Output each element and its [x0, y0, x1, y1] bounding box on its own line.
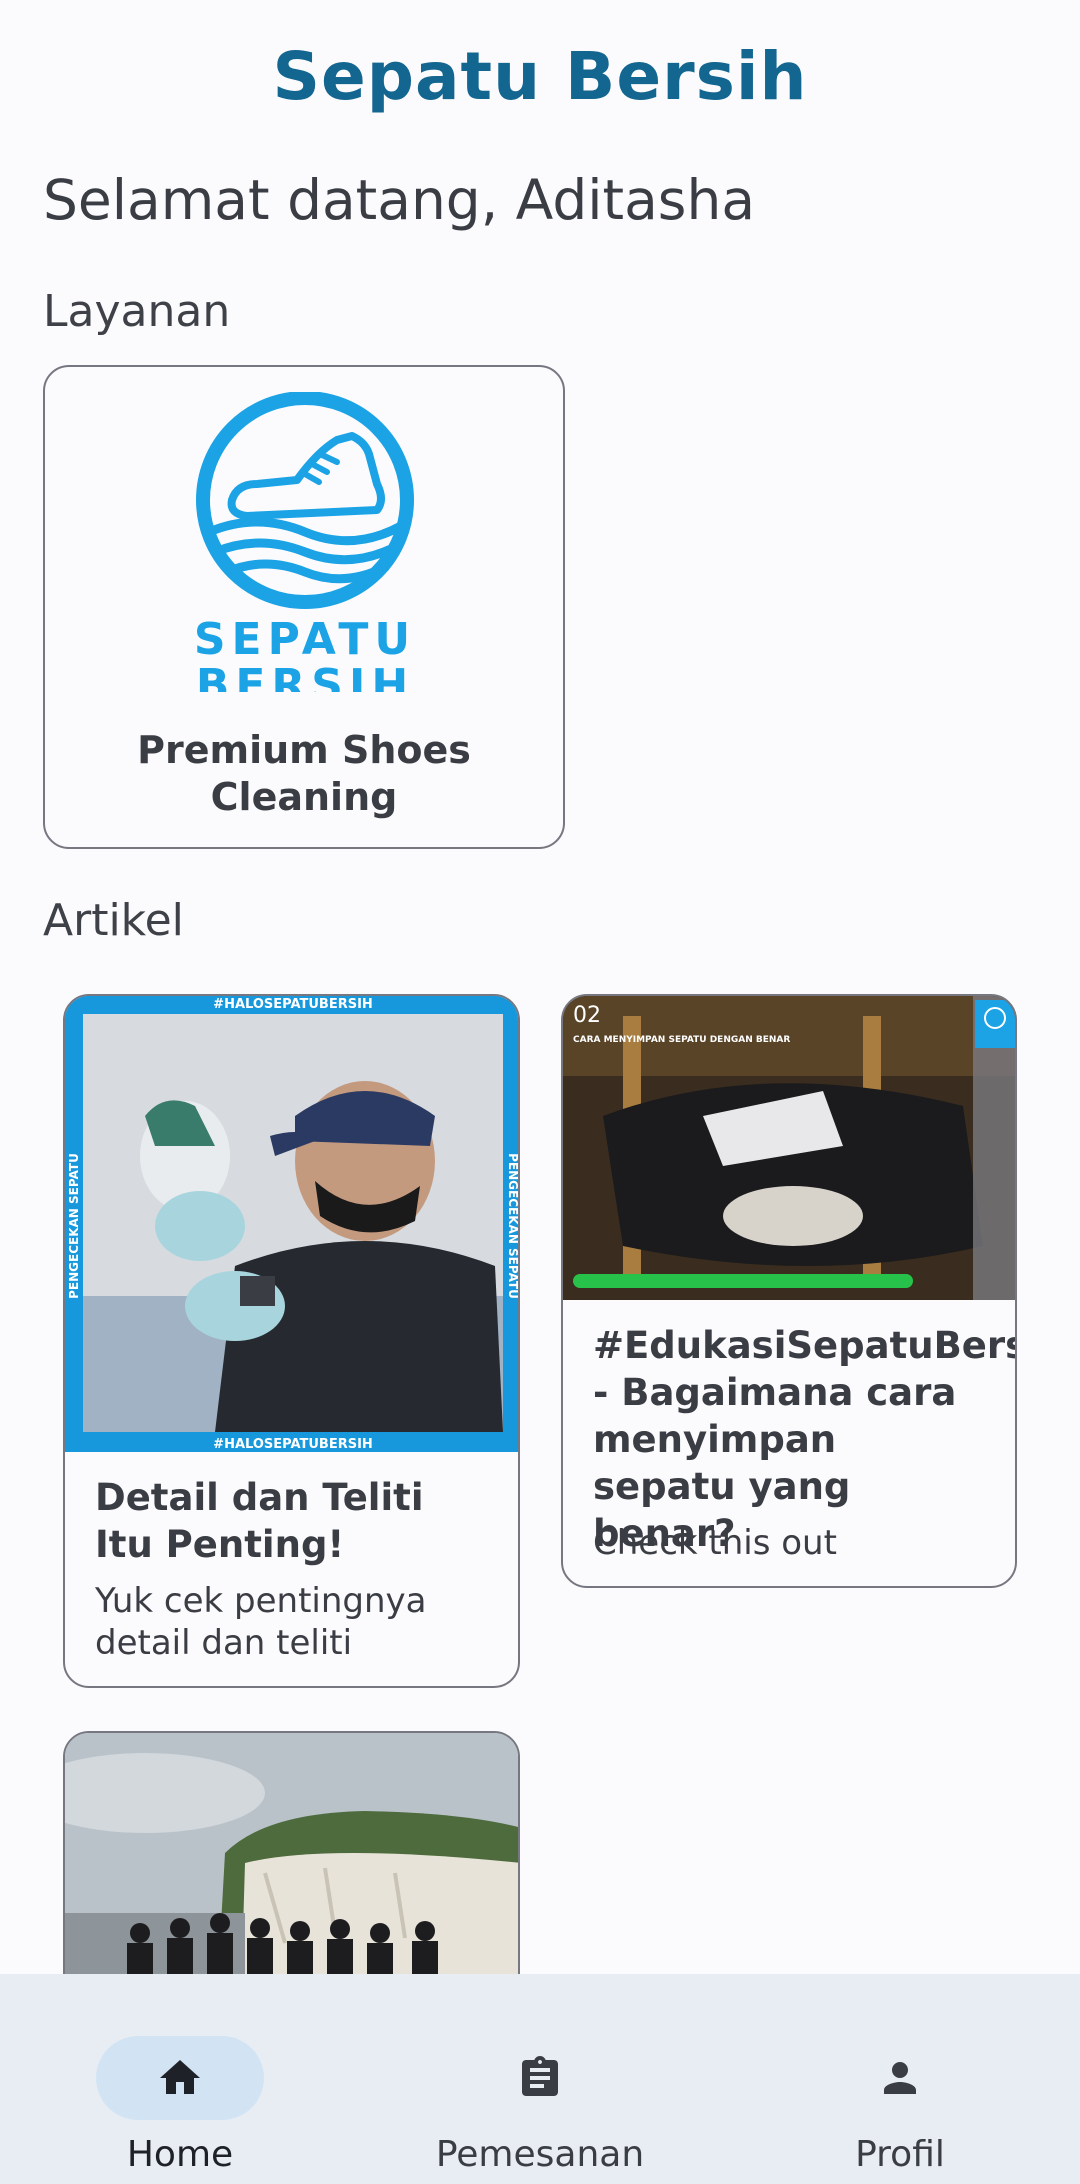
image-banner-top: #HALOSEPATUBERSIH [213, 997, 373, 1012]
article-subtitle: Yuk cek pentingnya detail dan teliti [95, 1581, 427, 1663]
person-icon [884, 2062, 916, 2094]
article-card[interactable]: 02 CARA MENYIMPAN SEPATU DENGAN BENAR #E… [561, 994, 1017, 1588]
app-screen: Sepatu Bersih Selamat datang, Aditasha L… [0, 0, 1080, 2184]
nav-label-profil: Profil [855, 2134, 945, 2175]
image-side-text-right: PENGECEKAN SEPATU [506, 1153, 518, 1299]
nav-label-home: Home [126, 2134, 234, 2175]
article-card[interactable]: #HALOSEPATUBERSIH #HALOSEPATUBERSIH PENG… [63, 994, 520, 1688]
nav-item-pemesanan[interactable]: Pemesanan [390, 2004, 690, 2175]
nav-label-pemesanan: Pemesanan [435, 2134, 645, 2175]
image-side-text-left: PENGECEKAN SEPATU [67, 1153, 81, 1299]
services-section-title: Layanan [43, 286, 231, 337]
image-caption: CARA MENYIMPAN SEPATU DENGAN BENAR [573, 1035, 790, 1045]
sepatu-bersih-logo: SEPATU BERSIH [194, 392, 416, 692]
article-image: #HALOSEPATUBERSIH #HALOSEPATUBERSIH PENG… [65, 996, 518, 1452]
articles-section-title: Artikel [43, 895, 184, 946]
nav-item-profil[interactable]: Profil [750, 2004, 1050, 2175]
nav-item-home[interactable]: Home [30, 2004, 330, 2175]
home-icon [160, 2060, 200, 2094]
welcome-message: Selamat datang, Aditasha [43, 168, 756, 232]
service-card-premium-shoes-cleaning[interactable]: SEPATU BERSIH Premium Shoes Cleaning [43, 365, 565, 849]
article-title: Detail dan Teliti Itu Penting! [95, 1476, 424, 1566]
logo-text-line2: BERSIH [196, 660, 414, 692]
image-banner-bottom: #HALOSEPATUBERSIH [213, 1437, 373, 1452]
article-photo-shoe-inspection: #HALOSEPATUBERSIH #HALOSEPATUBERSIH PENG… [65, 996, 518, 1452]
article-image: 02 CARA MENYIMPAN SEPATU DENGAN BENAR [563, 996, 1015, 1300]
article-subtitle: Check this out [593, 1523, 837, 1563]
image-number: 02 [573, 1003, 601, 1028]
app-title: Sepatu Bersih [272, 38, 808, 115]
bottom-navigation: Home Pemesanan Profil [0, 1974, 1080, 2184]
logo-text-line1: SEPATU [194, 614, 416, 665]
service-name: Premium Shoes Cleaning [137, 728, 471, 819]
article-photo-shoe-storage: 02 CARA MENYIMPAN SEPATU DENGAN BENAR [563, 996, 1015, 1300]
clipboard-icon [522, 2056, 558, 2096]
